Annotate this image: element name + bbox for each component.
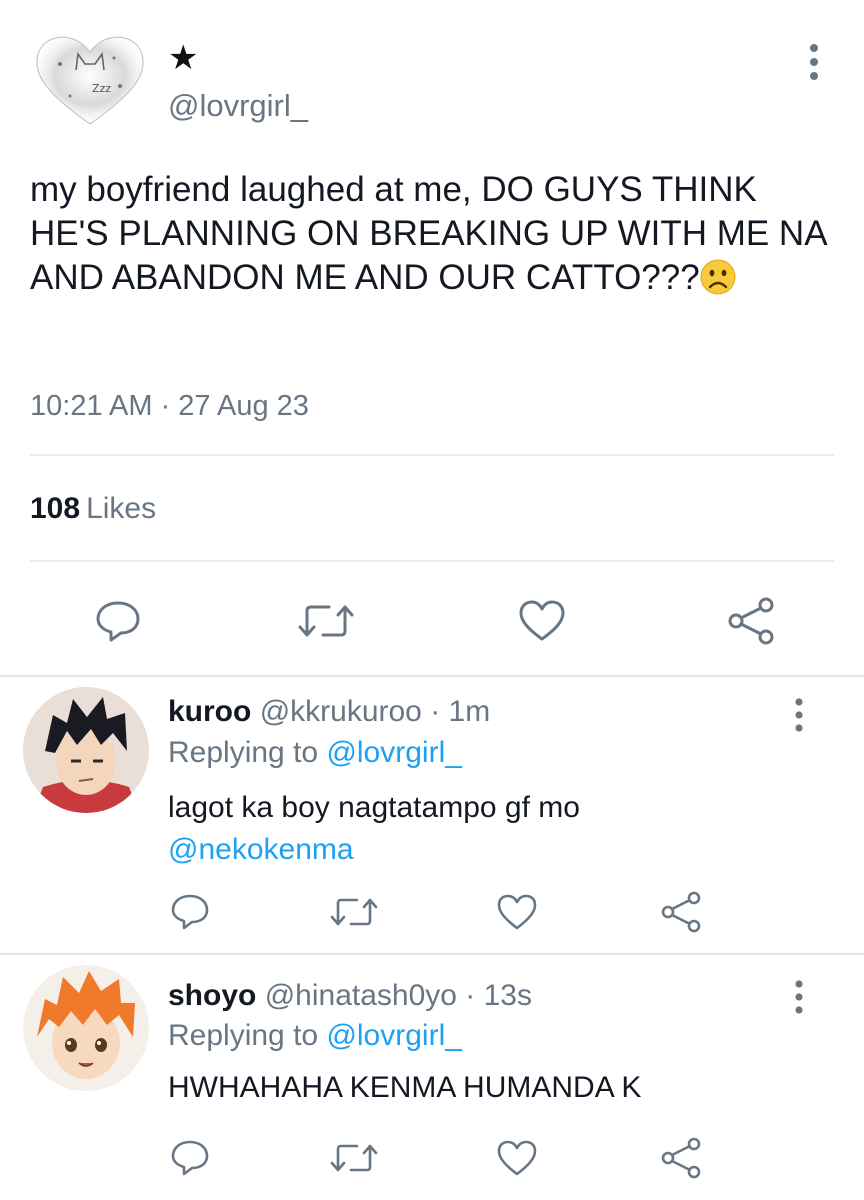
retweet-icon[interactable]	[328, 891, 380, 933]
replying-prefix: Replying to	[168, 1019, 319, 1052]
mention-link[interactable]: @nekokenma	[168, 833, 354, 866]
avatar[interactable]: Zzz	[30, 24, 150, 132]
frowning-face-icon	[700, 259, 736, 295]
like-icon[interactable]	[494, 891, 540, 933]
more-vertical-icon[interactable]	[788, 697, 810, 733]
replying-to: Replying to @lovrgirl_	[168, 1019, 462, 1053]
display-name[interactable]: ★	[168, 38, 198, 78]
reply-text-content: lagot ka boy nagtatampo gf mo	[168, 791, 580, 824]
like-icon[interactable]	[514, 596, 570, 646]
avatar[interactable]	[23, 687, 149, 813]
replying-prefix: Replying to	[168, 736, 319, 769]
share-icon[interactable]	[724, 594, 778, 648]
reply-time: · 1m	[430, 695, 491, 728]
reply-text: lagot ka boy nagtatampo gf mo @nekokenma	[168, 787, 788, 871]
reply-icon[interactable]	[168, 891, 212, 933]
like-icon[interactable]	[494, 1137, 540, 1179]
reply-icon[interactable]	[90, 596, 146, 646]
replying-handle-link[interactable]: @lovrgirl_	[326, 1019, 461, 1052]
likes-count[interactable]: 108 Likes	[30, 492, 156, 526]
reply-text: HWHAHAHA KENMA HUMANDA K	[168, 1067, 788, 1109]
reply-icon[interactable]	[168, 1137, 212, 1179]
tweet-timestamp[interactable]: 10:21 AM · 27 Aug 23	[30, 390, 309, 423]
replying-to: Replying to @lovrgirl_	[168, 736, 462, 770]
more-vertical-icon[interactable]	[788, 979, 810, 1015]
reply-header: shoyo @hinatash0yo · 13s	[168, 979, 532, 1013]
divider	[30, 454, 834, 456]
share-icon[interactable]	[658, 889, 704, 935]
reply-author-name[interactable]: kuroo	[168, 695, 251, 728]
more-vertical-icon[interactable]	[802, 42, 826, 82]
tweet-text: my boyfriend laughed at me, DO GUYS THIN…	[30, 168, 830, 300]
main-tweet: Zzz ★ @lovrgirl_ my boyfriend laughed at…	[0, 0, 864, 675]
reply-item[interactable]: kuroo @kkrukuroo · 1m Replying to @lovrg…	[0, 677, 864, 953]
reply-author-handle[interactable]: @kkrukuroo	[260, 695, 422, 728]
reply-item[interactable]: shoyo @hinatash0yo · 13s Replying to @lo…	[0, 955, 864, 1200]
likes-label: Likes	[86, 492, 157, 525]
avatar-text: Zzz	[92, 82, 111, 95]
reply-time: · 13s	[465, 979, 532, 1012]
retweet-icon[interactable]	[296, 596, 356, 646]
likes-number: 108	[30, 492, 81, 525]
user-handle[interactable]: @lovrgirl_	[168, 88, 308, 124]
share-icon[interactable]	[658, 1135, 704, 1181]
reply-text-content: HWHAHAHA KENMA HUMANDA K	[168, 1071, 642, 1104]
avatar[interactable]	[23, 965, 149, 1091]
reply-author-handle[interactable]: @hinatash0yo	[265, 979, 457, 1012]
reply-header: kuroo @kkrukuroo · 1m	[168, 695, 490, 729]
divider	[30, 560, 834, 562]
reply-author-name[interactable]: shoyo	[168, 979, 256, 1012]
retweet-icon[interactable]	[328, 1137, 380, 1179]
replying-handle-link[interactable]: @lovrgirl_	[326, 736, 461, 769]
